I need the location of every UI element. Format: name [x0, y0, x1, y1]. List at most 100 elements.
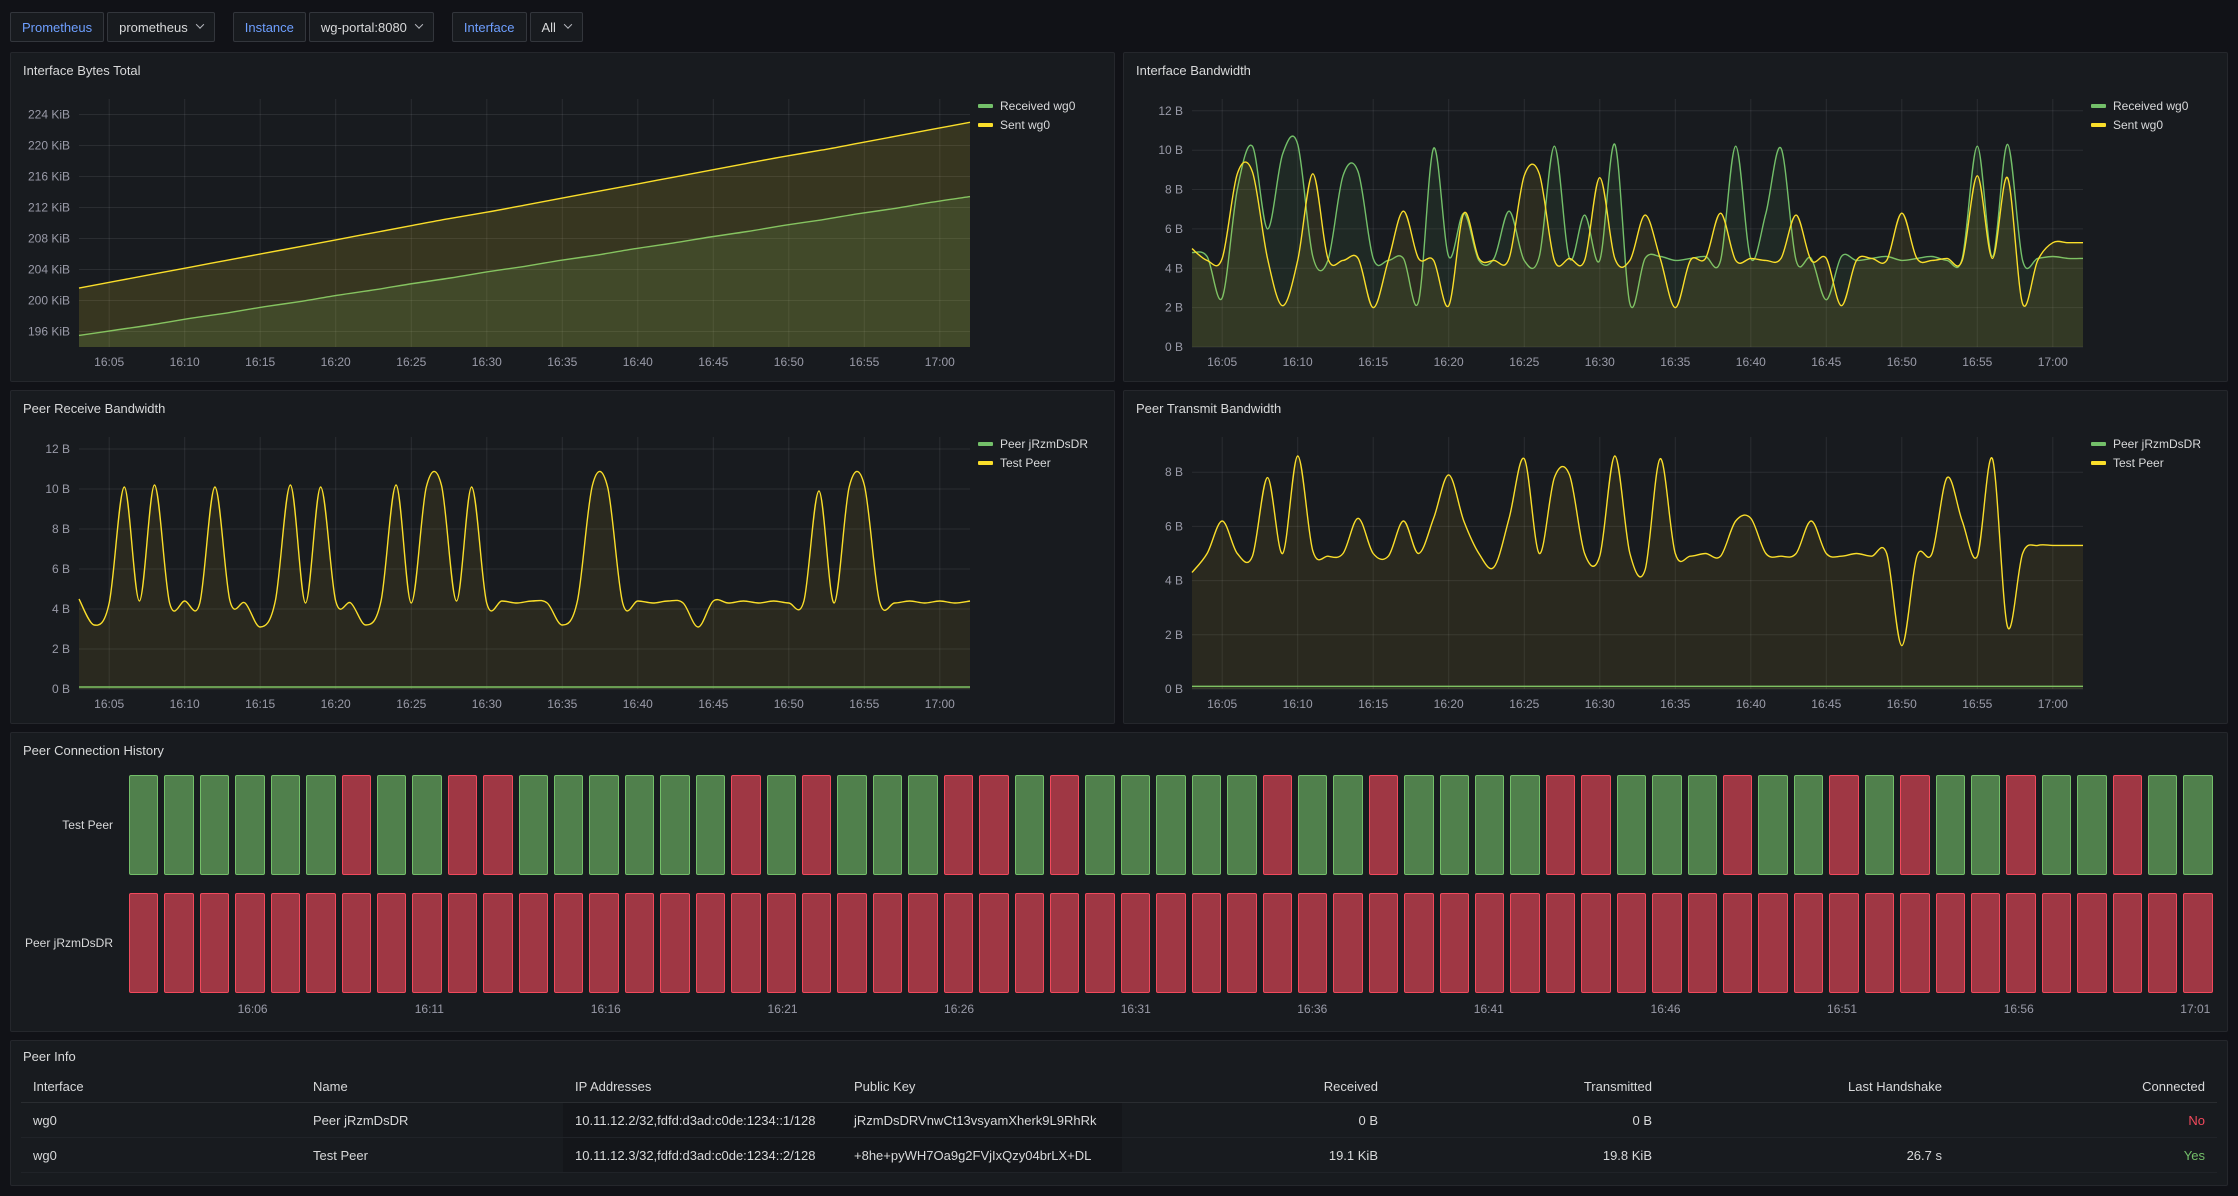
chart-canvas: 0 B2 B4 B6 B8 B16:0516:1016:1516:2016:25…	[1132, 425, 2091, 719]
svg-text:16:20: 16:20	[1434, 697, 1464, 711]
status-bar-down	[448, 775, 477, 875]
chevron-down-icon	[196, 20, 204, 28]
legend-item[interactable]: Peer jRzmDsDR	[978, 437, 1106, 451]
cell-ip-addresses: 10.11.12.2/32,fdfd:d3ad:c0de:1234::1/128	[563, 1103, 842, 1138]
status-bar-up	[1475, 775, 1504, 875]
status-bar-down	[2113, 775, 2142, 875]
status-bar-down	[1829, 775, 1858, 875]
status-bar-up	[2077, 775, 2106, 875]
legend-series-color	[2091, 461, 2106, 465]
legend-item[interactable]: Test Peer	[2091, 456, 2219, 470]
panel-title[interactable]: Peer Receive Bandwidth	[23, 401, 165, 416]
chart-body: 0 B2 B4 B6 B8 B10 B12 B16:0516:1016:1516…	[1124, 87, 2227, 381]
status-bar-up	[837, 775, 866, 875]
var-label-prometheus[interactable]: Prometheus	[10, 12, 104, 42]
legend-series-label: Peer jRzmDsDR	[1000, 437, 1088, 451]
status-bar-down	[448, 893, 477, 993]
status-bar-down	[1475, 893, 1504, 993]
column-header-public-key[interactable]: Public Key	[842, 1071, 1122, 1103]
svg-text:200 KiB: 200 KiB	[28, 294, 70, 308]
panel-title[interactable]: Interface Bytes Total	[23, 63, 141, 78]
status-bar-down	[1723, 775, 1752, 875]
svg-text:16:50: 16:50	[1887, 355, 1917, 369]
status-bar-down	[1617, 893, 1646, 993]
var-value-text: wg-portal:8080	[321, 20, 407, 35]
status-bar-down	[731, 775, 760, 875]
status-row-label: Peer jRzmDsDR	[11, 893, 129, 993]
var-value-text: All	[542, 20, 556, 35]
status-bar-down	[1404, 893, 1433, 993]
status-bar-down	[1581, 893, 1610, 993]
legend-series-color	[2091, 442, 2106, 446]
svg-text:16:35: 16:35	[1660, 355, 1690, 369]
status-bar-down	[1369, 775, 1398, 875]
legend-item[interactable]: Sent wg0	[2091, 118, 2219, 132]
column-header-ip-addresses[interactable]: IP Addresses	[563, 1071, 842, 1103]
status-bar-down	[1263, 775, 1292, 875]
chart-legend: Received wg0 Sent wg0	[2091, 87, 2219, 377]
panel-title[interactable]: Peer Connection History	[23, 743, 164, 758]
dashboard-controls: Prometheus prometheus Instance wg-portal…	[10, 10, 2228, 44]
chart-canvas: 0 B2 B4 B6 B8 B10 B12 B16:0516:1016:1516…	[19, 425, 978, 719]
var-select-instance[interactable]: wg-portal:8080	[309, 12, 434, 42]
column-header-interface[interactable]: Interface	[21, 1071, 301, 1103]
column-header-transmitted[interactable]: Transmitted	[1390, 1071, 1664, 1103]
cell-received: 19.1 KiB	[1122, 1138, 1390, 1173]
var-select-interface[interactable]: All	[530, 12, 583, 42]
status-bar-down	[412, 893, 441, 993]
column-header-name[interactable]: Name	[301, 1071, 563, 1103]
status-bar-up	[271, 775, 300, 875]
svg-text:10 B: 10 B	[1158, 143, 1183, 157]
chevron-down-icon	[564, 20, 572, 28]
status-x-tick: 16:26	[944, 1002, 974, 1016]
svg-text:17:00: 17:00	[925, 697, 955, 711]
panel-title[interactable]: Peer Transmit Bandwidth	[1136, 401, 1281, 416]
status-bar-down	[1758, 893, 1787, 993]
svg-text:16:15: 16:15	[1358, 355, 1388, 369]
status-bar-up	[1865, 775, 1894, 875]
chevron-down-icon	[415, 20, 423, 28]
status-bar-down	[1652, 893, 1681, 993]
status-bar-up	[306, 775, 335, 875]
svg-text:12 B: 12 B	[1158, 104, 1183, 118]
svg-text:16:55: 16:55	[1962, 697, 1992, 711]
status-bar-down	[2006, 775, 2035, 875]
column-header-connected[interactable]: Connected	[1954, 1071, 2217, 1103]
panel-row-peers: Peer Receive Bandwidth 0 B2 B4 B6 B8 B10…	[10, 390, 2228, 724]
status-bar-down	[1723, 893, 1752, 993]
status-bar-down	[767, 893, 796, 993]
svg-text:2 B: 2 B	[1165, 628, 1183, 642]
svg-text:16:55: 16:55	[849, 355, 879, 369]
svg-text:16:35: 16:35	[547, 355, 577, 369]
status-bar-up	[1192, 775, 1221, 875]
status-x-tick: 16:06	[238, 1002, 268, 1016]
legend-item[interactable]: Received wg0	[978, 99, 1106, 113]
legend-item[interactable]: Received wg0	[2091, 99, 2219, 113]
svg-text:16:05: 16:05	[94, 355, 124, 369]
legend-series-label: Received wg0	[2113, 99, 2188, 113]
chart-body: 0 B2 B4 B6 B8 B10 B12 B16:0516:1016:1516…	[11, 425, 1114, 723]
var-label-interface[interactable]: Interface	[452, 12, 527, 42]
svg-text:12 B: 12 B	[45, 442, 70, 456]
status-bar-down	[1900, 775, 1929, 875]
legend-item[interactable]: Test Peer	[978, 456, 1106, 470]
svg-text:16:35: 16:35	[1660, 697, 1690, 711]
status-bar-up	[1015, 775, 1044, 875]
status-bar-up	[1936, 775, 1965, 875]
var-select-prometheus[interactable]: prometheus	[107, 12, 215, 42]
status-bar-down	[1156, 893, 1185, 993]
panel-title[interactable]: Interface Bandwidth	[1136, 63, 1251, 78]
svg-text:16:25: 16:25	[1509, 355, 1539, 369]
status-bar-down	[342, 893, 371, 993]
column-header-last-handshake[interactable]: Last Handshake	[1664, 1071, 1954, 1103]
panel-title[interactable]: Peer Info	[23, 1049, 76, 1064]
column-header-received[interactable]: Received	[1122, 1071, 1390, 1103]
status-bar-up	[1298, 775, 1327, 875]
status-bar-down	[1865, 893, 1894, 993]
legend-item[interactable]: Sent wg0	[978, 118, 1106, 132]
svg-text:8 B: 8 B	[1165, 183, 1183, 197]
cell-public-key: jRzmDsDRVnwCt13vsyamXherk9L9RhRk	[842, 1103, 1122, 1138]
status-bar-up	[589, 775, 618, 875]
var-label-instance[interactable]: Instance	[233, 12, 306, 42]
legend-item[interactable]: Peer jRzmDsDR	[2091, 437, 2219, 451]
